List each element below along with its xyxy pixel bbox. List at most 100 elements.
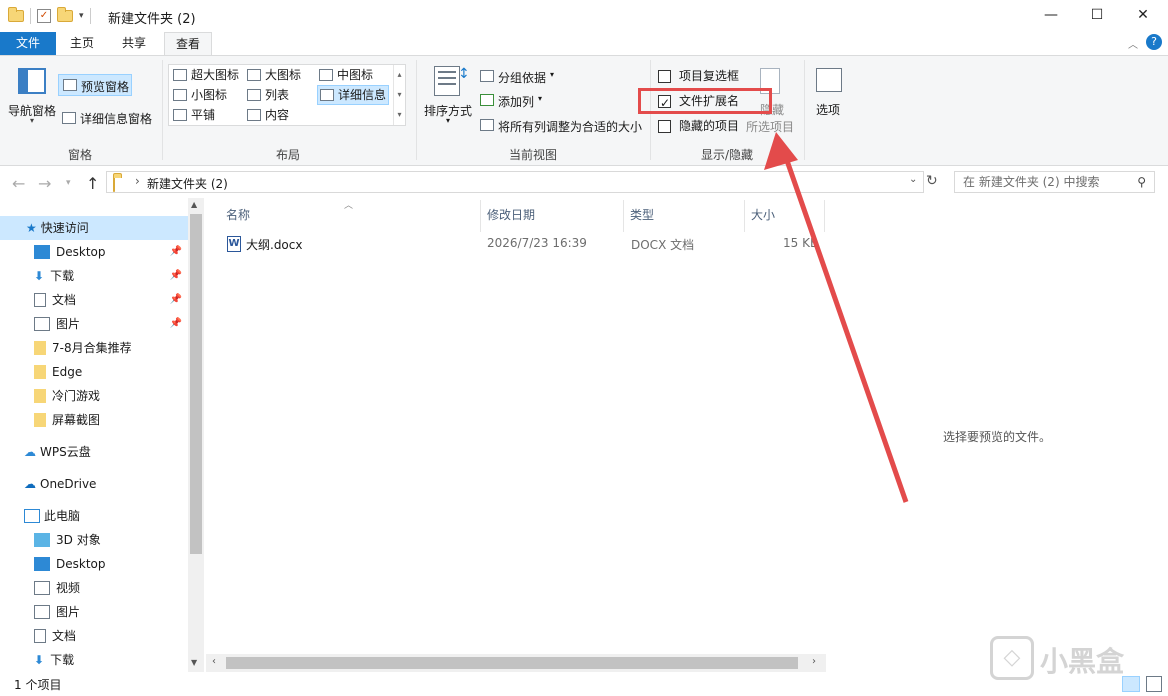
sidebar-item-documents[interactable]: 文档 bbox=[0, 624, 188, 648]
breadcrumb-separator-icon[interactable]: › bbox=[135, 174, 140, 188]
scroll-up-icon[interactable]: ▲ bbox=[191, 200, 197, 209]
group-by-icon bbox=[480, 70, 494, 82]
sidebar-item-folder[interactable]: 屏幕截图 bbox=[0, 408, 188, 432]
folder-icon bbox=[34, 413, 46, 427]
group-by-button[interactable]: 分组依据 bbox=[498, 69, 546, 86]
minimize-button[interactable]: — bbox=[1028, 0, 1074, 30]
sidebar-item-folder[interactable]: 冷门游戏 bbox=[0, 384, 188, 408]
close-button[interactable]: ✕ bbox=[1120, 0, 1166, 30]
column-header-date[interactable]: 修改日期 bbox=[487, 206, 535, 223]
item-checkboxes-label: 项目复选框 bbox=[679, 69, 740, 83]
options-button[interactable]: 选项 bbox=[816, 101, 840, 118]
ribbon: 导航窗格 ▾ 预览窗格 详细信息窗格 窗格 超大图标 大图标 中图标 小图标 列… bbox=[0, 55, 1168, 166]
small-icons-icon bbox=[173, 89, 187, 101]
sidebar-item-pictures[interactable]: 图片 bbox=[0, 600, 188, 624]
sidebar-item-downloads[interactable]: ⬇ 下载 📌 bbox=[0, 264, 188, 288]
add-columns-button[interactable]: 添加列 bbox=[498, 93, 534, 110]
sidebar-item-quick-access[interactable]: ★ 快速访问 bbox=[0, 216, 188, 240]
chevron-down-icon[interactable]: ▾ bbox=[446, 116, 450, 125]
details-pane-icon bbox=[62, 112, 76, 124]
horizontal-scroll-thumb[interactable] bbox=[226, 657, 798, 669]
cube-icon bbox=[34, 533, 50, 547]
divider bbox=[416, 60, 417, 160]
scroll-down-icon[interactable]: ▼ bbox=[191, 658, 197, 667]
desktop-icon bbox=[34, 557, 50, 571]
chevron-down-icon[interactable]: ▾ bbox=[550, 70, 554, 79]
video-icon bbox=[34, 581, 50, 595]
scroll-left-icon[interactable]: ‹ bbox=[212, 656, 216, 667]
watermark-logo: ◇ bbox=[990, 636, 1034, 680]
pin-icon[interactable]: 📌 bbox=[170, 240, 182, 264]
tab-home[interactable]: 主页 bbox=[58, 32, 106, 56]
watermark-text: 小黑盒 bbox=[1040, 645, 1125, 678]
folder-icon bbox=[34, 341, 46, 355]
layout-medium-icons[interactable]: 中图标 bbox=[319, 65, 373, 85]
breadcrumb[interactable]: 新建文件夹 (2) bbox=[147, 175, 228, 192]
tab-file[interactable]: 文件 bbox=[0, 32, 56, 56]
sidebar-item-onedrive[interactable]: ☁ OneDrive bbox=[0, 472, 188, 496]
pin-icon[interactable]: 📌 bbox=[170, 288, 182, 312]
sidebar-item-folder[interactable]: Edge bbox=[0, 360, 188, 384]
cloud-icon: ☁ bbox=[24, 477, 36, 491]
sidebar-item-3d-objects[interactable]: 3D 对象 bbox=[0, 528, 188, 552]
preview-pane-button[interactable]: 预览窗格 bbox=[58, 74, 132, 96]
layout-content[interactable]: 内容 bbox=[247, 105, 289, 125]
layout-details[interactable]: 详细信息 bbox=[317, 85, 390, 105]
layout-scroll[interactable]: ▴ ▾ ▾ bbox=[393, 65, 405, 125]
large-icons-view-icon[interactable] bbox=[1146, 676, 1162, 692]
properties-icon[interactable]: ✓ bbox=[37, 9, 51, 23]
divider bbox=[30, 8, 31, 24]
recent-locations-icon[interactable]: ▾ bbox=[66, 178, 71, 188]
sidebar-item-folder[interactable]: 7-8月合集推荐 bbox=[0, 336, 188, 360]
layout-large-icons[interactable]: 大图标 bbox=[247, 65, 301, 85]
search-input[interactable]: 在 新建文件夹 (2) 中搜索 ⚲ bbox=[954, 171, 1155, 193]
chevron-down-icon[interactable]: ▾ bbox=[30, 116, 34, 125]
sidebar-item-documents[interactable]: 文档 📌 bbox=[0, 288, 188, 312]
details-pane-button[interactable]: 详细信息窗格 bbox=[80, 110, 152, 127]
layout-small-icons[interactable]: 小图标 bbox=[173, 85, 227, 105]
content-icon bbox=[247, 109, 261, 121]
collapse-ribbon-icon[interactable]: ︿ bbox=[1128, 36, 1138, 51]
window-title: 新建文件夹 (2) bbox=[108, 12, 196, 27]
folder-icon bbox=[34, 365, 46, 379]
sidebar-item-downloads[interactable]: ⬇ 下载 bbox=[0, 648, 188, 672]
file-name[interactable]: 大纲.docx bbox=[246, 236, 302, 253]
add-columns-icon bbox=[480, 94, 494, 106]
tab-share[interactable]: 共享 bbox=[110, 32, 158, 56]
forward-arrow-icon[interactable]: → bbox=[38, 174, 51, 193]
sidebar-item-videos[interactable]: 视频 bbox=[0, 576, 188, 600]
column-header-name[interactable]: 名称 bbox=[226, 206, 250, 223]
layout-tiles[interactable]: 平铺 bbox=[173, 105, 215, 125]
file-list bbox=[206, 198, 826, 672]
tab-view[interactable]: 查看 bbox=[164, 32, 212, 56]
size-all-columns-button[interactable]: 将所有列调整为合适的大小 bbox=[498, 118, 642, 135]
details-view-icon[interactable] bbox=[1122, 676, 1140, 692]
item-checkboxes-toggle[interactable]: 项目复选框 bbox=[658, 66, 739, 86]
refresh-icon[interactable]: ↻ bbox=[926, 173, 938, 189]
pin-icon[interactable]: 📌 bbox=[170, 264, 182, 288]
help-icon[interactable]: ? bbox=[1146, 34, 1162, 50]
sidebar-item-pictures[interactable]: 图片 📌 bbox=[0, 312, 188, 336]
layout-extra-large-icons[interactable]: 超大图标 bbox=[173, 65, 239, 85]
column-header-type[interactable]: 类型 bbox=[630, 206, 654, 223]
scroll-right-icon[interactable]: › bbox=[812, 656, 816, 667]
layout-list[interactable]: 列表 bbox=[247, 85, 289, 105]
sidebar-scroll-thumb[interactable] bbox=[190, 214, 202, 554]
sidebar-item-desktop[interactable]: Desktop 📌 bbox=[0, 240, 188, 264]
checkbox[interactable] bbox=[658, 119, 671, 133]
maximize-button[interactable]: ☐ bbox=[1074, 0, 1120, 30]
chevron-down-icon[interactable]: ▾ bbox=[538, 94, 542, 103]
up-arrow-icon[interactable]: ↑ bbox=[86, 174, 99, 193]
sidebar-item-desktop[interactable]: Desktop bbox=[0, 552, 188, 576]
pin-icon[interactable]: 📌 bbox=[170, 312, 182, 336]
list-icon bbox=[247, 89, 261, 101]
sidebar-item-wps-cloud[interactable]: ☁ WPS云盘 bbox=[0, 440, 188, 464]
sidebar-item-this-pc[interactable]: 此电脑 bbox=[0, 504, 188, 528]
back-arrow-icon[interactable]: ← bbox=[12, 174, 25, 193]
new-folder-icon[interactable] bbox=[57, 7, 73, 22]
computer-icon bbox=[24, 509, 40, 523]
hidden-items-toggle[interactable]: 隐藏的项目 bbox=[658, 116, 739, 136]
checkbox[interactable] bbox=[658, 69, 671, 83]
group-label-panes: 窗格 bbox=[67, 148, 92, 162]
customize-toolbar-icon[interactable]: ▾ bbox=[79, 11, 84, 21]
